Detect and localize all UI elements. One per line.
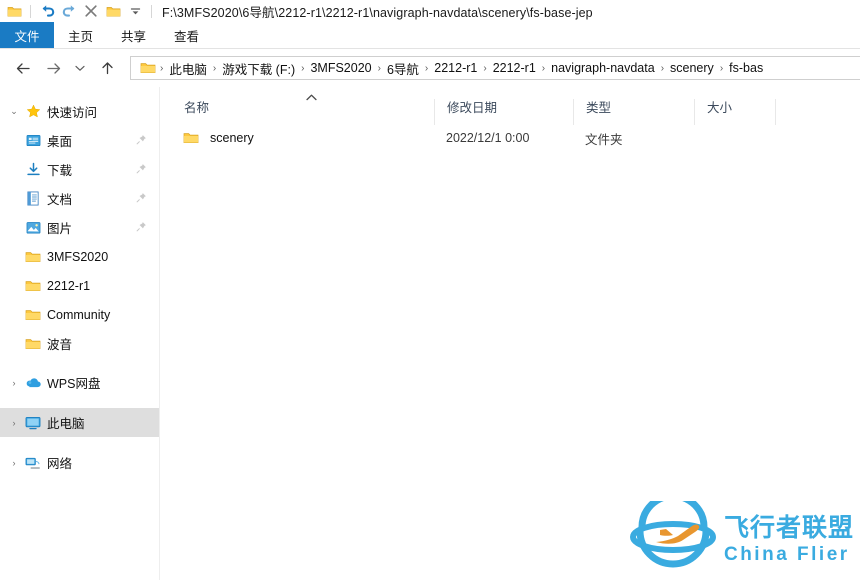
- column-header-type[interactable]: 类型: [573, 99, 694, 125]
- network-icon: [22, 456, 44, 470]
- sidebar-item-label: 图片: [47, 222, 73, 236]
- sidebar-item-wps-cloud[interactable]: › WPS网盘: [0, 368, 159, 397]
- folder-icon: [180, 131, 202, 145]
- chevron-down-icon[interactable]: ⌄: [6, 106, 22, 117]
- sidebar-item-label: Community: [47, 307, 111, 322]
- download-icon: [22, 162, 44, 177]
- sidebar-item-quick-access[interactable]: ⌄ 快速访问: [0, 97, 159, 126]
- folder-icon: [22, 308, 44, 322]
- breadcrumb-item-drive-f[interactable]: 游戏下载 (F:): [217, 59, 300, 78]
- column-header-row: 名称 修改日期 类型 大小: [160, 87, 860, 125]
- chevron-right-icon[interactable]: ›: [6, 378, 22, 388]
- back-button[interactable]: [8, 54, 38, 82]
- column-header-size[interactable]: 大小: [694, 99, 775, 125]
- watermark: 飞行者联盟 China Flier: [629, 492, 854, 578]
- delete-icon[interactable]: [81, 1, 101, 21]
- qat-divider-2: [151, 4, 152, 18]
- new-folder-icon[interactable]: [103, 1, 123, 21]
- breadcrumb-item-2212-r1-b[interactable]: 2212-r1: [488, 61, 541, 75]
- tab-view[interactable]: 查看: [160, 22, 213, 48]
- airplane-globe-logo: [629, 492, 716, 578]
- pin-icon[interactable]: [136, 192, 147, 206]
- cloud-icon: [22, 376, 44, 389]
- file-name-cell[interactable]: scenery: [160, 131, 434, 145]
- sidebar-item-boyin[interactable]: 波音: [0, 329, 159, 358]
- sidebar-item-desktop[interactable]: 桌面: [0, 126, 159, 155]
- sidebar-item-3mfs2020[interactable]: 3MFS2020: [0, 242, 159, 271]
- pin-icon[interactable]: [136, 134, 147, 148]
- watermark-text: 飞行者联盟 China Flier: [723, 513, 854, 565]
- star-icon: [22, 104, 44, 119]
- undo-icon[interactable]: [37, 1, 57, 21]
- breadcrumb-item-6daohang[interactable]: 6导航: [382, 59, 424, 78]
- chevron-right-icon[interactable]: ›: [6, 418, 22, 428]
- watermark-en-label: China Flier: [723, 543, 850, 565]
- chevron-right-icon[interactable]: ›: [6, 458, 22, 468]
- ribbon-tab-bar: 文件 主页 共享 查看: [0, 22, 860, 49]
- tab-home[interactable]: 主页: [54, 22, 107, 48]
- column-header-name[interactable]: 名称: [160, 99, 434, 125]
- column-header-extra[interactable]: [775, 99, 815, 125]
- navigation-pane: ⌄ 快速访问 桌面 下载 文档 图片 3MFS2020 2212-r1 Comm…: [0, 87, 160, 580]
- tab-file[interactable]: 文件: [0, 22, 54, 48]
- sidebar-item-label: 文档: [47, 193, 73, 207]
- redo-icon[interactable]: [59, 1, 79, 21]
- folder-icon: [22, 250, 44, 264]
- folder-icon[interactable]: [4, 1, 24, 21]
- sidebar-item-label: WPS网盘: [47, 377, 101, 391]
- pictures-icon: [22, 221, 44, 235]
- forward-button[interactable]: [38, 54, 68, 82]
- monitor-icon: [22, 416, 44, 430]
- window-title: F:\3MFS2020\6导航\2212-r1\2212-r1\navigrap…: [162, 5, 593, 20]
- sidebar-item-downloads[interactable]: 下载: [0, 155, 159, 184]
- file-name-label: scenery: [210, 131, 254, 145]
- sidebar-item-network[interactable]: › 网络: [0, 448, 159, 477]
- sidebar-item-2212-r1[interactable]: 2212-r1: [0, 271, 159, 300]
- address-folder-icon: [137, 61, 159, 75]
- breadcrumb-item-fs-base-jep[interactable]: fs-bas: [724, 61, 768, 75]
- breadcrumb-item-scenery[interactable]: scenery: [665, 61, 719, 75]
- breadcrumb-item-navigraph-navdata[interactable]: navigraph-navdata: [546, 61, 660, 75]
- pin-icon[interactable]: [136, 221, 147, 235]
- sidebar-item-community[interactable]: Community: [0, 300, 159, 329]
- up-button[interactable]: [92, 54, 122, 82]
- file-modified-cell: 2022/12/1 0:00: [446, 131, 530, 145]
- breadcrumb-item-3mfs2020[interactable]: 3MFS2020: [305, 61, 376, 75]
- navigation-bar: › 此电脑 › 游戏下载 (F:) › 3MFS2020 › 6导航 › 221…: [0, 49, 860, 87]
- sidebar-item-documents[interactable]: 文档: [0, 184, 159, 213]
- watermark-cn-label: 飞行者联盟: [723, 513, 854, 542]
- sidebar-item-pictures[interactable]: 图片: [0, 213, 159, 242]
- sidebar-item-this-pc[interactable]: › 此电脑: [0, 408, 159, 437]
- sidebar-item-label: 此电脑: [47, 417, 85, 431]
- file-type-cell: 文件夹: [585, 132, 623, 147]
- breadcrumb-item-this-pc[interactable]: 此电脑: [164, 59, 212, 78]
- sidebar-item-label: 波音: [47, 338, 73, 352]
- file-list-pane: 名称 修改日期 类型 大小 scenery 2022/12/1 0:00 文件夹…: [160, 87, 860, 580]
- column-header-modified[interactable]: 修改日期: [434, 99, 573, 125]
- chevron-down-icon[interactable]: [125, 1, 145, 21]
- sidebar-item-label: 快速访问: [47, 106, 98, 120]
- sort-ascending-icon: [306, 94, 317, 104]
- sidebar-item-label: 桌面: [47, 135, 73, 149]
- table-row[interactable]: scenery 2022/12/1 0:00 文件夹: [160, 125, 860, 151]
- sidebar-item-label: 3MFS2020: [47, 249, 109, 264]
- title-bar: F:\3MFS2020\6导航\2212-r1\2212-r1\navigrap…: [0, 0, 860, 22]
- qat-divider: [30, 4, 31, 18]
- tab-share[interactable]: 共享: [107, 22, 160, 48]
- sidebar-item-label: 网络: [47, 457, 73, 471]
- breadcrumb-item-2212-r1-a[interactable]: 2212-r1: [429, 61, 482, 75]
- sidebar-item-label: 2212-r1: [47, 278, 91, 293]
- pin-icon[interactable]: [136, 163, 147, 177]
- address-bar[interactable]: › 此电脑 › 游戏下载 (F:) › 3MFS2020 › 6导航 › 221…: [130, 56, 860, 80]
- sidebar-item-label: 下载: [47, 164, 73, 178]
- document-icon: [22, 191, 44, 206]
- recent-locations-chevron-down-icon[interactable]: [68, 54, 92, 82]
- desktop-icon: [22, 134, 44, 148]
- folder-icon: [22, 337, 44, 351]
- folder-icon: [22, 279, 44, 293]
- main-area: ⌄ 快速访问 桌面 下载 文档 图片 3MFS2020 2212-r1 Comm…: [0, 87, 860, 580]
- quick-access-toolbar: [4, 1, 156, 21]
